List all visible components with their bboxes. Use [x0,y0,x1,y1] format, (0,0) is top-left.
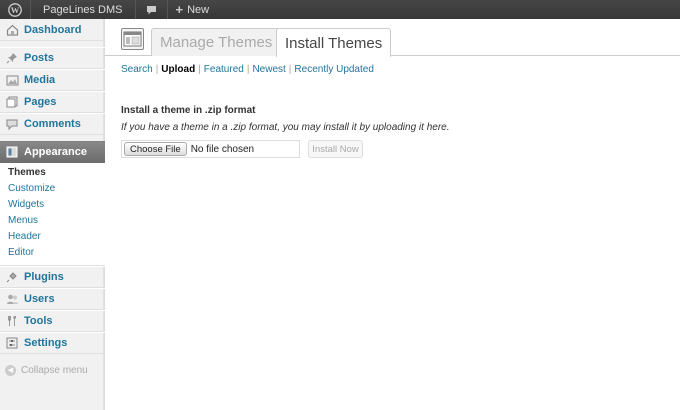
wordpress-logo-icon[interactable]: W [0,0,30,19]
menu-appearance[interactable]: Appearance [0,141,112,164]
collapse-menu-button[interactable]: ◀ Collapse menu [0,360,105,380]
new-content-menu[interactable]: + New [166,0,218,19]
submenu-customize[interactable]: Customize [0,181,105,197]
users-icon [5,292,19,306]
subnav-featured-link[interactable]: Featured [204,64,244,75]
comment-icon [5,117,19,131]
appearance-submenu: Themes Customize Widgets Menus Header Ed… [0,163,105,266]
settings-icon [5,336,19,350]
subnav-newest-link[interactable]: Newest [252,64,285,75]
media-icon [5,73,19,87]
subnav-search-link[interactable]: Search [121,64,153,75]
file-status-text: No file chosen [190,143,255,155]
plug-icon [5,270,19,284]
install-subnav: Search | Upload | Featured | Newest | Recently U… [121,64,374,75]
menu-users[interactable]: Users [0,288,105,310]
tools-icon [5,314,19,328]
menu-media[interactable]: Media [0,69,105,91]
tab-install-themes[interactable]: Install Themes [276,28,392,57]
main-content: Manage Themes Install Themes Search | Uplo… [105,19,680,410]
theme-zip-file-input[interactable]: Choose File No file chosen [121,140,300,158]
new-label: New [187,3,210,16]
admin-bar: W PageLines DMS + New [0,0,680,19]
install-now-button[interactable]: Install Now [308,140,363,158]
menu-pages[interactable]: Pages [0,91,105,113]
appearance-icon [5,145,19,159]
choose-file-button[interactable]: Choose File [124,142,187,156]
collapse-arrow-icon: ◀ [5,364,16,376]
submenu-widgets[interactable]: Widgets [0,197,105,213]
submenu-editor[interactable]: Editor [0,245,105,261]
menu-comments[interactable]: Comments [0,113,105,135]
submenu-header[interactable]: Header [0,229,105,245]
svg-text:W: W [11,5,20,15]
upload-heading: Install a theme in .zip format [121,105,256,116]
admin-sidebar: Dashboard Posts Media Pages Comments App… [0,19,112,410]
tabs-row: Manage Themes Install Themes [105,19,680,57]
tab-manage-themes[interactable]: Manage Themes [151,28,282,56]
site-name-link[interactable]: PageLines DMS [30,0,135,19]
menu-tools[interactable]: Tools [0,310,105,332]
submenu-menus[interactable]: Menus [0,213,105,229]
pin-icon [5,51,19,65]
dashboard-icon [5,23,19,37]
menu-dashboard[interactable]: Dashboard [0,19,105,41]
pages-icon [5,95,19,109]
submenu-themes[interactable]: Themes [0,165,105,181]
themes-screen-icon [121,28,144,50]
menu-posts[interactable]: Posts [0,47,105,69]
comment-bubble-icon [146,5,156,14]
comments-link[interactable] [134,0,167,19]
plus-icon: + [175,2,184,17]
subnav-recently-updated-link[interactable]: Recently Updated [294,64,374,75]
menu-plugins[interactable]: Plugins [0,266,105,288]
subnav-upload-current[interactable]: Upload [161,64,195,75]
upload-description: If you have a theme in a .zip format, yo… [121,122,450,133]
menu-settings[interactable]: Settings [0,332,105,354]
